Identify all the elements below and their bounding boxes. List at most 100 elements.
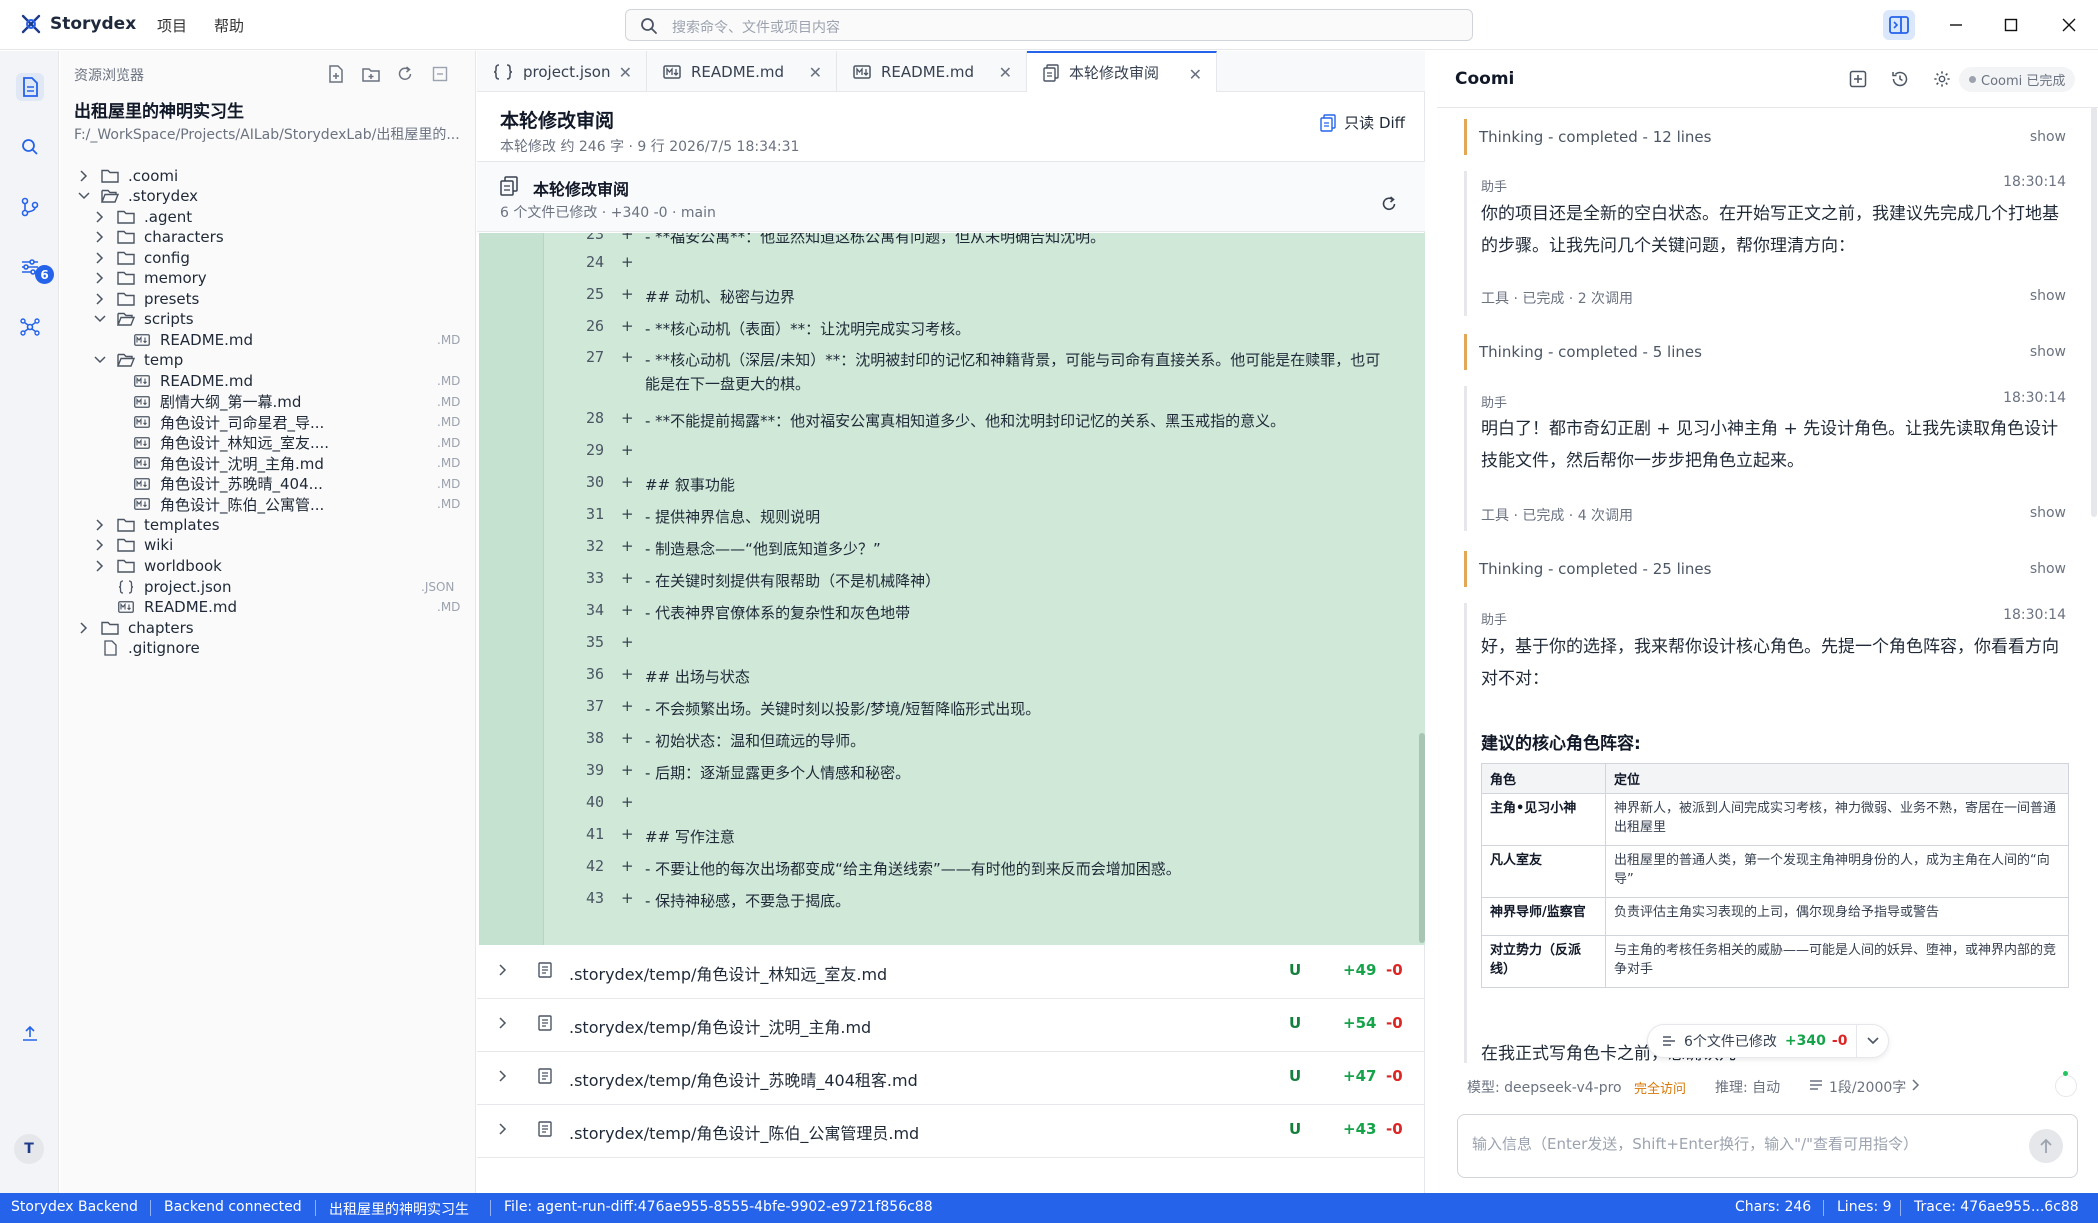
changed-file-row[interactable]: .storydex/temp/角色设计_陈伯_公寓管理员.md U +43 -0 [477, 1104, 1425, 1158]
model-selector[interactable]: 模型: deepseek-v4-pro [1467, 1077, 1622, 1097]
show-toggle[interactable]: show [2030, 344, 2066, 360]
source-control-activity[interactable] [16, 193, 44, 221]
chevron-right-icon[interactable] [92, 517, 108, 533]
tab-label: README.md [691, 62, 785, 81]
diff-plus-marker: + [621, 537, 634, 555]
changed-file-row[interactable]: .storydex/temp/角色设计_沈明_主角.md U +54 -0 [477, 998, 1425, 1052]
chevron-right-icon[interactable] [499, 1123, 507, 1135]
chevron-right-icon[interactable] [92, 558, 108, 574]
chevron-right-icon[interactable] [499, 1070, 507, 1082]
markdown-icon [132, 394, 152, 410]
chevron-right-icon[interactable] [92, 537, 108, 553]
show-toggle[interactable]: show [2030, 505, 2066, 521]
thinking-block[interactable]: Thinking - completed - 25 lines show [1464, 551, 2066, 587]
chevron-right-icon[interactable] [1912, 1079, 1920, 1091]
diff-plus-marker: + [621, 889, 634, 907]
maximize-button[interactable] [1995, 10, 2027, 40]
show-toggle[interactable]: show [2030, 288, 2066, 304]
changed-file-path: .storydex/temp/角色设计_陈伯_公寓管理员.md [569, 1124, 920, 1143]
explorer-activity[interactable] [16, 73, 44, 101]
close-tab-icon[interactable]: ✕ [1189, 65, 1202, 84]
chevron-right-icon[interactable] [92, 229, 108, 245]
minimize-button[interactable] [1940, 10, 1972, 40]
tool-call-summary[interactable]: 工具 · 已完成 · 2 次调用 show [1481, 288, 2066, 308]
search-placeholder: 搜索命令、文件或项目内容 [672, 20, 840, 36]
chevron-right-icon[interactable] [92, 291, 108, 307]
send-button[interactable] [2029, 1129, 2063, 1163]
new-chat-button[interactable] [1846, 67, 1870, 91]
chevron-right-icon[interactable] [76, 168, 92, 184]
menu-help[interactable]: 帮助 [214, 15, 244, 36]
tab-project-json[interactable]: project.json ✕ [477, 51, 647, 92]
new-file-icon [328, 65, 344, 83]
show-toggle[interactable]: show [2030, 561, 2066, 577]
tab-readme-2[interactable]: README.md ✕ [837, 51, 1027, 92]
publish-activity[interactable] [16, 1019, 44, 1047]
diff-plus-marker: + [621, 505, 634, 523]
thinking-block[interactable]: Thinking - completed - 12 lines show [1464, 119, 2066, 155]
chevron-down-icon[interactable] [76, 188, 92, 204]
assistant-message: 明白了！都市奇幻正剧 + 见习小神主角 + 先设计角色。让我先读取角色设计技能文… [1481, 419, 2059, 471]
thinking-block[interactable]: Thinking - completed - 5 lines show [1464, 334, 2066, 370]
tab-readme-1[interactable]: README.md ✕ [647, 51, 837, 92]
file-extension: .MD [437, 435, 461, 450]
chevron-right-icon[interactable] [499, 1017, 507, 1029]
chevron-right-icon[interactable] [92, 270, 108, 286]
changed-files-label: 6个文件已修改 [1684, 1034, 1777, 1050]
diff-view[interactable]: 23 + - **福安公寓**：他显然知道这栋公寓有问题，但从未明确告知沈明。 24 +… [479, 233, 1425, 945]
chevron-right-icon[interactable] [76, 620, 92, 636]
chat-settings-button[interactable] [1930, 67, 1954, 91]
chat-input[interactable] [1472, 1135, 2012, 1153]
close-tab-icon[interactable]: ✕ [999, 63, 1012, 82]
line-number: 41 [585, 825, 604, 843]
tool-call-summary[interactable]: 工具 · 已完成 · 4 次调用 show [1481, 505, 2066, 525]
refresh-review-button[interactable] [1381, 196, 1397, 212]
folder-open-icon [100, 188, 120, 204]
user-avatar[interactable]: T [14, 1134, 44, 1164]
collapse-all-button[interactable] [429, 63, 451, 85]
toggle-panel-button[interactable] [1883, 10, 1915, 40]
chevron-right-icon[interactable] [499, 964, 507, 976]
chevron-down-icon[interactable] [1856, 1025, 1888, 1057]
chat-scrollbar[interactable] [2091, 107, 2097, 517]
chevron-right-icon[interactable] [92, 209, 108, 225]
line-number: 31 [585, 505, 604, 523]
maximize-icon [2004, 18, 2018, 32]
diff-scrollbar[interactable] [1419, 733, 1425, 943]
refresh-explorer-button[interactable] [394, 63, 416, 85]
activity-bar: 6 T [0, 51, 59, 1212]
diff-plus-marker: + [621, 317, 634, 335]
search-activity[interactable] [16, 133, 44, 161]
chevron-right-icon[interactable] [92, 250, 108, 266]
new-folder-icon [362, 66, 380, 82]
access-mode[interactable]: 完全访问 [1634, 1078, 1686, 1097]
tab-review[interactable]: 本轮修改审阅 ✕ [1027, 51, 1217, 92]
folder-icon [116, 250, 136, 266]
diff-plus-marker: + [621, 697, 634, 715]
braces-icon [493, 63, 513, 80]
chevron-down-icon[interactable] [92, 311, 108, 327]
new-folder-button[interactable] [360, 63, 382, 85]
chevron-down-icon[interactable] [92, 352, 108, 368]
chat-input-box[interactable] [1457, 1114, 2078, 1178]
new-file-button[interactable] [325, 63, 347, 85]
show-toggle[interactable]: show [2030, 129, 2066, 145]
history-button[interactable] [1888, 67, 1912, 91]
close-window-button[interactable] [2053, 10, 2085, 40]
settings-sliders-activity[interactable] [16, 253, 44, 281]
reasoning-mode[interactable]: 推理: 自动 [1715, 1077, 1780, 1097]
status-bar: Storydex Backend Backend connected 出租屋里的… [0, 1193, 2098, 1223]
menu-project[interactable]: 项目 [157, 15, 187, 36]
changed-file-row[interactable]: .storydex/temp/角色设计_林知远_室友.md U +49 -0 [477, 945, 1425, 999]
changed-file-row[interactable]: .storydex/temp/角色设计_苏晚晴_404租客.md U +47 -0 [477, 1051, 1425, 1105]
graph-activity[interactable] [16, 313, 44, 341]
file-additions: +54 [1343, 1014, 1377, 1032]
tree-file[interactable]: .gitignore [60, 635, 476, 662]
changed-files-pill[interactable]: 6个文件已修改 +340 -0 [1647, 1024, 1889, 1058]
context-ring-icon [2055, 1075, 2077, 1097]
close-tab-icon[interactable]: ✕ [809, 63, 822, 82]
command-search[interactable]: 搜索命令、文件或项目内容 [625, 9, 1473, 41]
readonly-diff-indicator: 只读 Diff [1320, 112, 1405, 133]
close-tab-icon[interactable]: ✕ [619, 63, 632, 82]
